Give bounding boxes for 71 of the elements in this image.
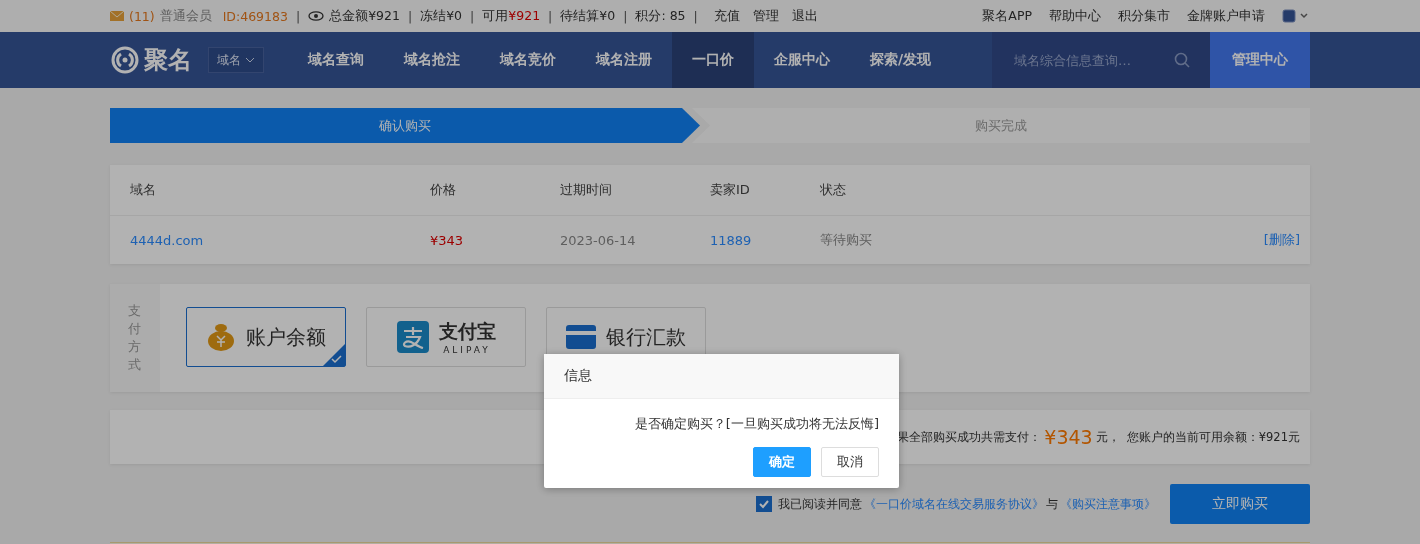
table-cell-text: 2023-06-14 — [560, 232, 637, 248]
search-bar[interactable]: 域名综合信息查询… — [992, 32, 1210, 88]
payment-option[interactable]: 账户余额 — [186, 307, 346, 367]
buy-now-button[interactable]: 立即购买 — [1170, 484, 1310, 524]
column-header: 卖家ID — [710, 181, 751, 199]
agreement-link[interactable]: 《一口价域名在线交易服务协议》 — [864, 495, 1044, 513]
eye-icon[interactable] — [308, 11, 325, 21]
agree-checkbox[interactable] — [756, 496, 772, 512]
domain-selector[interactable]: 域名 — [208, 47, 264, 73]
dialog-title: 信息 — [564, 367, 592, 385]
separator-text: | — [693, 8, 698, 24]
balance-text: 您账户的当前可用余额：¥921元 — [1126, 429, 1300, 445]
account-stat: 待结算¥0 — [560, 7, 616, 25]
nav-item[interactable]: 域名抢注 — [384, 32, 480, 88]
user-id: ID:469183 — [222, 8, 288, 24]
top-link[interactable]: 充值 — [713, 7, 740, 25]
separator-text: | — [548, 8, 553, 24]
alipay-icon — [396, 321, 429, 353]
cancel-button[interactable]: 取消 — [821, 447, 879, 477]
money-bag-icon — [206, 322, 236, 352]
separator-text: | — [407, 8, 413, 24]
bank-card-icon — [566, 325, 596, 349]
joiner-text: 与 — [1046, 495, 1058, 513]
agree-text: 我已阅读并同意 — [778, 495, 862, 513]
payment-label: 支付方式 — [110, 284, 160, 392]
theme-picker-icon[interactable] — [1282, 9, 1310, 23]
column-header: 状态 — [820, 181, 847, 199]
separator-text: | — [295, 8, 301, 24]
table-cell-text: 等待购买 — [820, 231, 873, 249]
step: 确认购买 — [110, 108, 700, 143]
logo-text[interactable]: 聚名 — [144, 44, 192, 76]
payment-name: 银行汇款 — [606, 323, 686, 351]
domain-link[interactable]: 4444d.com — [130, 232, 430, 248]
payment-name: 支付宝 — [438, 319, 496, 344]
nav-item[interactable]: 一口价 — [672, 32, 754, 88]
top-link[interactable]: 金牌账户申请 — [1187, 7, 1265, 25]
separator-text: | — [623, 8, 628, 24]
account-stat: 冻结¥0 — [420, 7, 463, 25]
top-link[interactable]: 管理 — [752, 7, 779, 25]
total-amount: ¥343 — [1044, 426, 1093, 448]
payment-subname: ALIPAY — [443, 345, 491, 355]
separator-text: | — [470, 8, 475, 24]
account-stat: 总金额¥921 — [329, 7, 400, 25]
seller-link[interactable]: 11889 — [710, 232, 820, 248]
column-header: 域名 — [130, 181, 157, 199]
nav-item[interactable]: 域名注册 — [576, 32, 672, 88]
currency-unit: 元， — [1095, 429, 1120, 445]
top-link[interactable]: 聚名APP — [982, 7, 1032, 25]
confirm-button[interactable]: 确定 — [753, 447, 811, 477]
nav-item[interactable]: 域名竞价 — [480, 32, 576, 88]
top-link[interactable]: 积分集市 — [1118, 7, 1170, 25]
step: 购买完成 — [692, 108, 1310, 143]
top-link[interactable]: 帮助中心 — [1049, 7, 1101, 25]
top-link[interactable]: 退出 — [791, 7, 818, 25]
logo-icon[interactable] — [110, 45, 140, 75]
account-stat: 可用¥921 — [482, 7, 541, 25]
member-level: 普通会员 — [159, 7, 212, 25]
dialog-message: 是否确定购买？[一旦购买成功将无法反悔] — [633, 415, 880, 433]
nav-item[interactable]: 企服中心 — [754, 32, 850, 88]
column-header: 过期时间 — [560, 181, 613, 199]
payment-option[interactable]: 支付宝 ALIPAY — [366, 307, 526, 367]
nav-item[interactable]: 域名查询 — [288, 32, 384, 88]
price-cell-text: ¥343 — [430, 232, 465, 248]
payment-name: 账户余额 — [246, 323, 326, 351]
agreement-link[interactable]: 《购买注意事项》 — [1060, 495, 1156, 513]
account-stat: 积分: 85 — [635, 7, 686, 25]
manage-center-button[interactable]: 管理中心 — [1210, 32, 1310, 88]
nav-item[interactable]: 探索/发现 — [850, 32, 952, 88]
column-header: 价格 — [430, 181, 457, 199]
chevron-down-icon — [245, 57, 255, 63]
delete-link[interactable]: [删除] — [1263, 231, 1300, 249]
